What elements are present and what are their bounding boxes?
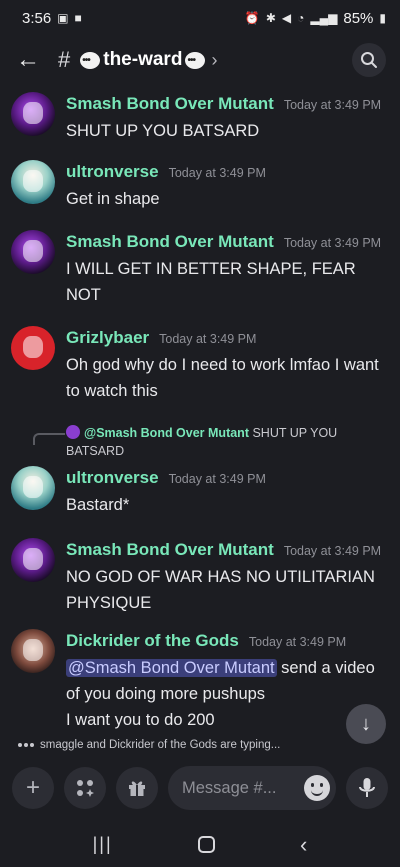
typing-text: smaggle and Dickrider of the Gods are ty… [40, 739, 281, 751]
back-arrow-icon[interactable]: ← [16, 46, 46, 74]
add-button[interactable]: + [12, 767, 54, 809]
message-text: NO GOD OF WAR HAS NO UTILITARIAN PHYSIQU… [66, 568, 375, 612]
typing-indicator: smaggle and Dickrider of the Gods are ty… [18, 739, 280, 751]
arrow-down-icon: ↓ [361, 712, 371, 735]
message-author[interactable]: ultronverse [66, 162, 159, 182]
screen-record-icon: ▣ [57, 11, 69, 25]
message-input[interactable]: Message #... [168, 766, 336, 810]
message-timestamp: Today at 3:49 PM [168, 472, 266, 486]
message-list[interactable]: Smash Bond Over Mutant Today at 3:49 PM … [0, 84, 400, 754]
gift-icon [129, 781, 145, 796]
battery-icon: ▮ [379, 11, 386, 25]
message-timestamp: Today at 3:49 PM [159, 332, 257, 346]
speech-bubble-icon [80, 51, 101, 69]
apps-icon [77, 780, 94, 797]
channel-title[interactable]: the-ward [80, 49, 206, 71]
mic-icon [359, 778, 375, 797]
jump-to-bottom-button[interactable]: ↓ [346, 704, 386, 744]
message-timestamp: Today at 3:49 PM [283, 544, 382, 558]
message-text-line: I want you to do 200 [66, 711, 215, 729]
reply-spine [33, 433, 65, 445]
user-mention[interactable]: @Smash Bond Over Mutant [66, 659, 277, 677]
apps-button[interactable] [64, 767, 106, 809]
avatar[interactable] [11, 230, 55, 274]
home-icon[interactable] [197, 836, 215, 853]
avatar[interactable] [11, 629, 55, 673]
channel-hash-icon: # [58, 47, 71, 72]
wifi-icon: ◔ [297, 11, 305, 25]
message-text: @Smash Bond Over Mutant send a video of … [66, 655, 388, 707]
status-time: 3:56 [22, 9, 52, 27]
message-timestamp: Today at 3:49 PM [283, 236, 382, 250]
voice-message-button[interactable] [346, 767, 388, 809]
reply-author[interactable]: @Smash Bond Over Mutant [84, 426, 249, 440]
notification-icon: ■ [74, 11, 82, 25]
channel-header: ← # the-ward › [0, 36, 400, 84]
avatar[interactable] [11, 92, 55, 136]
plus-icon: + [25, 774, 40, 801]
recent-apps-icon[interactable]: ||| [93, 834, 113, 855]
avatar[interactable] [11, 538, 55, 582]
message-input-placeholder: Message #... [182, 778, 277, 797]
reply-avatar [66, 425, 80, 439]
search-icon [361, 52, 377, 68]
message-text: I WILL GET IN BETTER SHAPE, FEAR NOT [66, 260, 356, 304]
typing-dots-icon [18, 743, 34, 747]
message-text: SHUT UP YOU BATSARD [66, 122, 260, 140]
search-button[interactable] [352, 43, 386, 77]
emoji-icon[interactable] [304, 775, 330, 801]
nav-back-icon[interactable]: ‹ [300, 832, 307, 858]
avatar[interactable] [11, 326, 55, 370]
message-text: Get in shape [66, 190, 160, 208]
alarm-icon: ⏰ [244, 11, 260, 25]
message-author[interactable]: Dickrider of the Gods [66, 631, 239, 651]
message-author[interactable]: Grizlybaer [66, 328, 149, 348]
message-author[interactable]: Smash Bond Over Mutant [66, 540, 274, 560]
message-text: Bastard* [66, 496, 130, 514]
signal-icon: ▂▄▆ [310, 11, 338, 25]
channel-name-text: the-ward [103, 49, 183, 70]
message-timestamp: Today at 3:49 PM [248, 635, 347, 649]
message-timestamp: Today at 3:49 PM [168, 166, 266, 180]
bluetooth-icon: ✱ [265, 11, 276, 25]
message-author[interactable]: ultronverse [66, 468, 159, 488]
speech-bubble-icon [185, 51, 206, 69]
message-author[interactable]: Smash Bond Over Mutant [66, 94, 274, 114]
avatar[interactable] [11, 466, 55, 510]
message-composer: + Message #... [0, 754, 400, 822]
message-author[interactable]: Smash Bond Over Mutant [66, 232, 274, 252]
message-text: Oh god why do I need to work lmfao I wan… [66, 356, 379, 400]
avatar[interactable] [11, 160, 55, 204]
message-timestamp: Today at 3:49 PM [283, 98, 382, 112]
battery-level: 85% [343, 9, 374, 27]
chevron-right-icon[interactable]: › [211, 50, 217, 71]
system-nav-bar: ||| ‹ [0, 822, 400, 867]
mute-icon: ◀ [281, 11, 292, 25]
gift-button[interactable] [116, 767, 158, 809]
reply-reference[interactable]: @Smash Bond Over Mutant SHUT UP YOU BATS… [0, 424, 400, 464]
status-bar: 3:56 ▣ ■ ⏰ ✱ ◀ ◔ ▂▄▆ 85% ▮ [0, 0, 400, 36]
